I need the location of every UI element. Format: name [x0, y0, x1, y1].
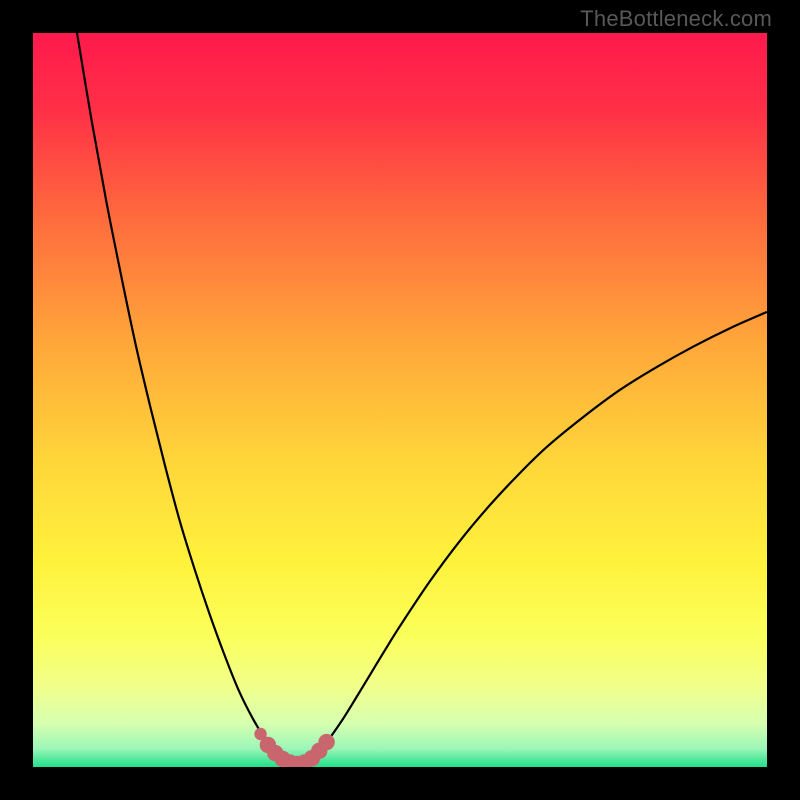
curve-markers — [254, 728, 334, 767]
chart-frame: TheBottleneck.com — [0, 0, 800, 800]
curve-line — [77, 33, 767, 764]
bottleneck-curve — [33, 33, 767, 767]
curve-marker — [318, 734, 334, 750]
plot-area — [33, 33, 767, 767]
watermark-text: TheBottleneck.com — [580, 6, 772, 32]
